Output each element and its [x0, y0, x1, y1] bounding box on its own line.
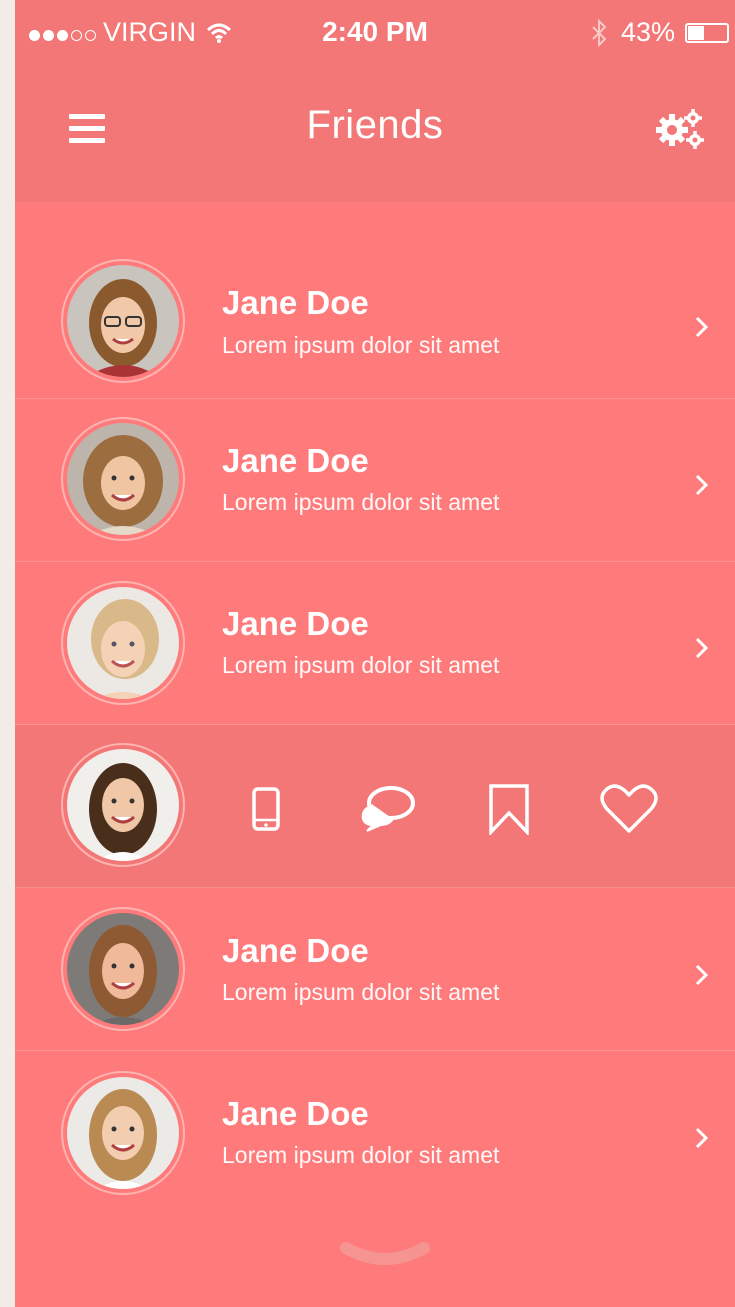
chevron-right-icon — [695, 1127, 709, 1149]
phone-screen: VIRGIN 2:40 PM 43% Friends Jane Doe Lore… — [15, 0, 735, 1307]
friend-row[interactable]: Jane Doe Lorem ipsum dolor sit amet — [15, 888, 735, 1051]
friend-name: Jane Doe — [222, 442, 369, 479]
chevron-down-icon[interactable] — [340, 1240, 430, 1270]
friend-row[interactable]: Jane Doe Lorem ipsum dolor sit amet — [15, 230, 735, 399]
avatar — [61, 743, 185, 867]
gears-icon — [656, 109, 704, 149]
avatar-photo — [67, 423, 179, 535]
battery-percent: 43% — [620, 17, 675, 47]
avatar-photo — [67, 749, 179, 861]
friend-name: Jane Doe — [222, 284, 369, 321]
avatar — [61, 1071, 185, 1195]
battery-icon — [685, 22, 729, 43]
chevron-right-icon — [695, 964, 709, 986]
friend-status: Lorem ipsum dolor sit amet — [222, 652, 500, 678]
chevron-right-icon — [695, 474, 709, 496]
avatar — [61, 581, 185, 705]
friend-status: Lorem ipsum dolor sit amet — [222, 1142, 500, 1168]
header: VIRGIN 2:40 PM 43% Friends — [15, 0, 735, 202]
battery-fill — [688, 25, 704, 40]
heart-icon[interactable] — [599, 783, 659, 835]
avatar-photo — [67, 1077, 179, 1189]
friend-row[interactable]: Jane Doe Lorem ipsum dolor sit amet — [15, 399, 735, 562]
friend-name: Jane Doe — [222, 605, 369, 642]
settings-button[interactable] — [655, 106, 705, 152]
bluetooth-icon — [592, 18, 607, 47]
avatar-photo — [67, 587, 179, 699]
avatar-photo — [67, 913, 179, 1025]
avatar — [61, 417, 185, 541]
friend-row[interactable]: Jane Doe Lorem ipsum dolor sit amet — [15, 562, 735, 725]
page-title: Friends — [306, 103, 444, 147]
status-bar: VIRGIN 2:40 PM 43% — [15, 0, 735, 62]
status-right: 43% — [591, 17, 729, 48]
friend-status: Lorem ipsum dolor sit amet — [222, 979, 500, 1005]
friend-row-actions — [15, 725, 735, 888]
avatar — [61, 259, 185, 383]
chat-icon[interactable] — [357, 783, 417, 833]
friend-row[interactable]: Jane Doe Lorem ipsum dolor sit amet — [15, 1051, 735, 1213]
friend-status: Lorem ipsum dolor sit amet — [222, 332, 500, 358]
friend-status: Lorem ipsum dolor sit amet — [222, 489, 500, 515]
friend-name: Jane Doe — [222, 1095, 369, 1132]
phone-icon[interactable] — [251, 787, 281, 831]
chevron-right-icon — [695, 637, 709, 659]
chevron-right-icon — [695, 316, 709, 338]
friend-name: Jane Doe — [222, 932, 369, 969]
avatar — [61, 907, 185, 1031]
bookmark-icon[interactable] — [487, 783, 531, 835]
avatar-photo — [67, 265, 179, 377]
